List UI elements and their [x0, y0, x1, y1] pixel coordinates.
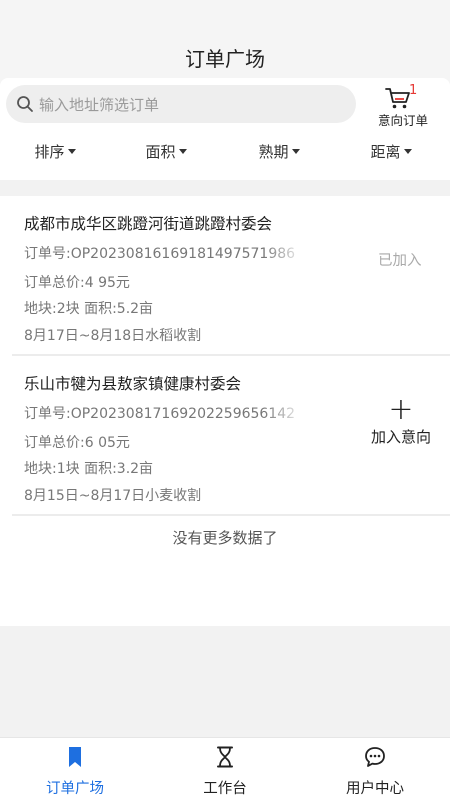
filter-label: 距离 [370, 143, 401, 161]
filter-label: 熟期 [258, 143, 289, 161]
caret-down-icon [291, 148, 300, 154]
filter-area[interactable]: 面积 [116, 141, 216, 162]
chat-bubble-icon [365, 747, 385, 767]
search-input[interactable]: 输入地址筛选订单 [6, 85, 356, 123]
search-placeholder: 输入地址筛选订单 [39, 96, 160, 114]
filter-distance[interactable]: 距离 [341, 141, 441, 162]
cart-label: 意向订单 [377, 113, 428, 128]
order-location: 成都市成华区跳蹬河街道跳蹬村委会 [24, 215, 273, 233]
order-list: 成都市成华区跳蹬河街道跳蹬村委会 订单号:OP20230816169181497… [0, 196, 450, 626]
order-season: 8月17日~8月18日水稻收割 [24, 328, 202, 344]
page-title: 订单广场 [185, 47, 265, 71]
caret-down-icon [178, 148, 187, 154]
filter-maturity[interactable]: 熟期 [229, 141, 329, 162]
tab-workbench[interactable]: 工作台 [150, 738, 300, 800]
add-intent-label: 加入意向 [370, 428, 431, 446]
caret-down-icon [67, 148, 76, 154]
header: 订单广场 [0, 0, 450, 86]
order-card[interactable]: 乐山市犍为县敖家镇健康村委会 订单号:OP2023081716920225965… [12, 356, 450, 516]
tab-label: 订单广场 [46, 781, 104, 797]
order-plot: 地块:2块 面积:5.2亩 [24, 301, 154, 317]
filter-sort[interactable]: 排序 [5, 141, 105, 162]
cart-badge: 1 [409, 83, 418, 98]
toolbar: 输入地址筛选订单 1 意向订单 排序 面积 熟期 距离 [0, 78, 450, 180]
order-card[interactable]: 成都市成华区跳蹬河街道跳蹬村委会 订单号:OP20230816169181497… [12, 196, 450, 356]
caret-down-icon [403, 148, 412, 154]
status-added: 已加入 [378, 253, 422, 269]
hourglass-icon [217, 746, 233, 768]
tab-order-square[interactable]: 订单广场 [0, 738, 150, 800]
filter-label: 面积 [145, 143, 176, 161]
bottom-tabbar: 订单广场 工作台 用户中心 [0, 737, 450, 800]
cart-icon [385, 88, 410, 109]
filter-bar: 排序 面积 熟期 距离 [0, 138, 450, 168]
add-intent-button[interactable]: + 加入意向 [366, 392, 436, 452]
order-number: 订单号:OP20230816169181497571986 [24, 246, 296, 262]
tab-label: 用户中心 [346, 781, 404, 797]
intent-orders-button[interactable]: 1 意向订单 [372, 83, 434, 130]
tab-label: 工作台 [203, 781, 247, 797]
bookmark-icon [69, 747, 81, 767]
tab-user-center[interactable]: 用户中心 [300, 738, 450, 800]
order-total: 订单总价:4 95元 [24, 275, 130, 291]
order-plot: 地块:1块 面积:3.2亩 [24, 461, 154, 477]
order-number: 订单号:OP20230817169202259656142 [24, 406, 296, 422]
order-total: 订单总价:6 05元 [24, 435, 130, 451]
search-icon [17, 96, 33, 112]
order-season: 8月15日~8月17日小麦收割 [24, 488, 202, 504]
no-more-data: 没有更多数据了 [172, 529, 278, 547]
filter-label: 排序 [34, 143, 65, 161]
order-location: 乐山市犍为县敖家镇健康村委会 [24, 375, 242, 393]
plus-icon: + [388, 392, 414, 427]
